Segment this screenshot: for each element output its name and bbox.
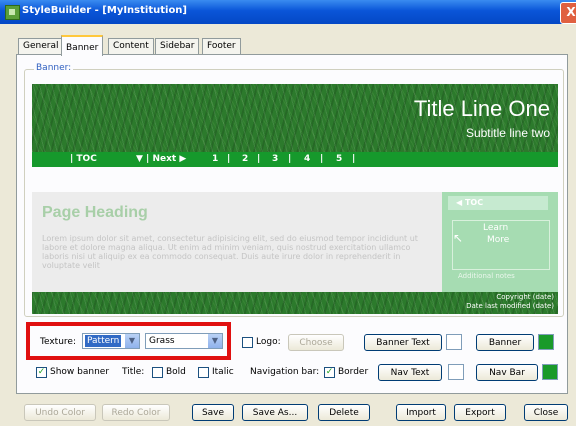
page-heading: Page Heading: [42, 204, 148, 221]
choose-logo-button[interactable]: Choose: [288, 334, 344, 351]
banner-subtitle: Subtitle line two: [465, 126, 550, 140]
nav-separator: |: [288, 154, 292, 164]
italic-label: Italic: [212, 367, 234, 377]
show-banner-label: Show banner: [50, 367, 110, 377]
sidebar-more: More: [487, 235, 510, 245]
save-button[interactable]: Save: [192, 404, 234, 421]
window-close-button[interactable]: X: [560, 2, 576, 24]
tab-general[interactable]: General: [18, 38, 64, 54]
nav-separator: |: [227, 154, 231, 164]
sidebar-learn-more-box: ↖ Learn More: [452, 220, 550, 270]
preview-content-area: Page Heading Lorem ipsum dolor sit amet,…: [32, 192, 442, 292]
navigation-bar-label: Navigation bar:: [250, 367, 320, 377]
app-icon: [5, 5, 20, 20]
nav-bar-color-swatch[interactable]: [542, 364, 558, 380]
tab-content[interactable]: Content: [108, 38, 154, 54]
sidebar-toc-header: ◀ TOC: [448, 196, 548, 210]
export-button[interactable]: Export: [454, 404, 506, 421]
bold-label: Bold: [166, 367, 186, 377]
window-title: StyleBuilder - [MyInstitution]: [22, 5, 187, 16]
banner-text-color-swatch[interactable]: [446, 334, 462, 350]
sidebar-note: Additional notes: [458, 272, 515, 280]
tab-sidebar[interactable]: Sidebar: [155, 38, 200, 54]
tab-banner[interactable]: Banner: [61, 35, 104, 56]
nav-separator: |: [257, 154, 261, 164]
sidebar-toc-label: ◀ TOC: [456, 198, 484, 207]
stylebuilder-window: StyleBuilder - [MyInstitution] X General…: [0, 0, 576, 426]
banner-group-label: Banner:: [34, 63, 74, 73]
preview-nav-bar: | TOC ▼ | Next ▶ 1 | 2 | 3 | 4 | 5 |: [32, 152, 558, 167]
show-banner-checkbox[interactable]: ✓: [36, 367, 47, 378]
banner-preview: Title Line One Subtitle line two: [32, 84, 558, 152]
texture-highlight-box: [26, 322, 231, 360]
tab-footer[interactable]: Footer: [202, 38, 241, 54]
nav-item-3: 3: [272, 154, 279, 164]
nav-text-color-swatch[interactable]: [448, 364, 464, 380]
banner-title: Title Line One: [413, 96, 550, 121]
body-text: Lorem ipsum dolor sit amet, consectetur …: [42, 234, 418, 270]
nav-item-1: 1: [212, 154, 219, 164]
nav-separator: |: [352, 154, 356, 164]
title-label: Title:: [122, 367, 145, 377]
nav-text-button[interactable]: Nav Text: [378, 364, 442, 381]
redo-color-button[interactable]: Redo Color: [102, 404, 170, 421]
close-button[interactable]: Close: [524, 404, 568, 421]
sidebar-learn: Learn: [483, 223, 509, 233]
bold-checkbox[interactable]: [152, 367, 163, 378]
italic-checkbox[interactable]: [198, 367, 209, 378]
nav-item-toc: | TOC: [70, 154, 97, 164]
preview-footer: Copyright (date) Date last modified (dat…: [32, 292, 558, 314]
footer-modified: Date last modified (date): [466, 302, 554, 310]
logo-checkbox[interactable]: [242, 337, 253, 348]
border-checkbox[interactable]: ✓: [324, 367, 335, 378]
footer-text: Copyright (date) Date last modified (dat…: [466, 293, 554, 311]
banner-text-button[interactable]: Banner Text: [364, 334, 442, 351]
nav-item-5: 5: [336, 154, 343, 164]
cursor-icon: ↖: [453, 231, 464, 245]
save-as-button[interactable]: Save As...: [242, 404, 308, 421]
nav-bar-button[interactable]: Nav Bar: [476, 364, 538, 381]
nav-separator: |: [320, 154, 324, 164]
banner-color-swatch[interactable]: [538, 334, 554, 350]
logo-label: Logo:: [256, 337, 281, 347]
nav-item-next: ▼ | Next ▶: [136, 154, 187, 164]
import-button[interactable]: Import: [396, 404, 446, 421]
undo-color-button[interactable]: Undo Color: [24, 404, 96, 421]
title-bar[interactable]: StyleBuilder - [MyInstitution] X: [0, 0, 576, 24]
nav-item-4: 4: [304, 154, 311, 164]
preview-sidebar: ◀ TOC ↖ Learn More Additional notes: [442, 192, 558, 292]
delete-button[interactable]: Delete: [318, 404, 370, 421]
footer-copyright: Copyright (date): [496, 293, 554, 301]
border-label: Border: [338, 367, 369, 377]
banner-button[interactable]: Banner: [476, 334, 534, 351]
nav-item-2: 2: [242, 154, 249, 164]
